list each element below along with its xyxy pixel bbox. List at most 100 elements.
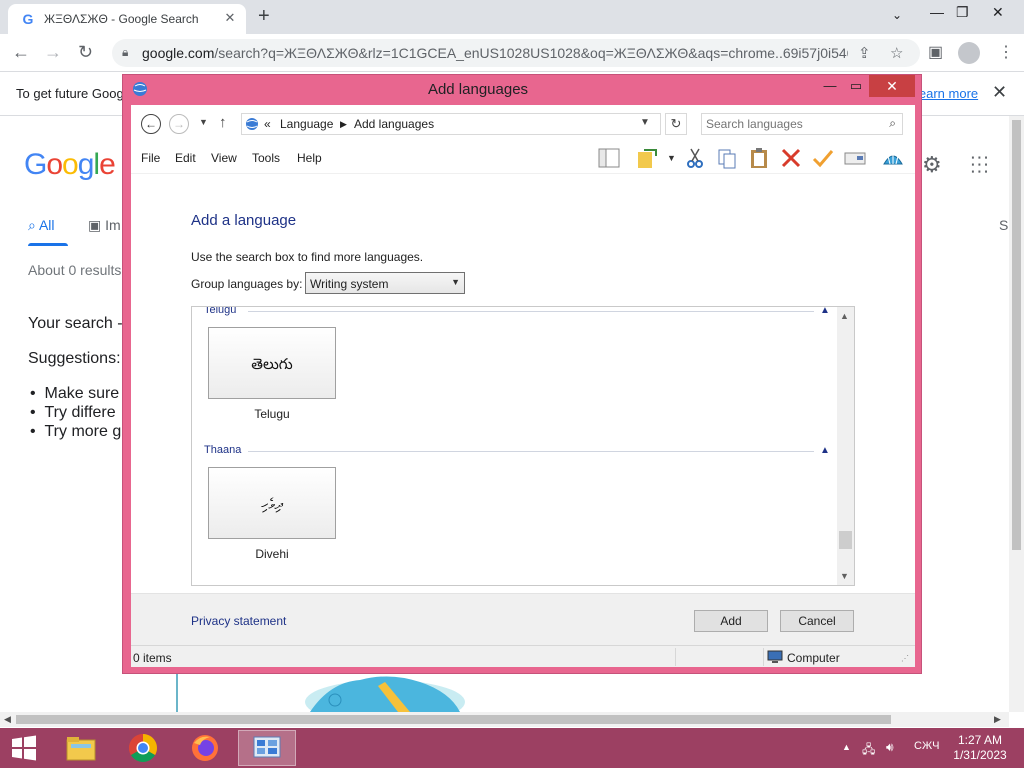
cancel-button[interactable]: Cancel bbox=[780, 610, 854, 632]
scroll-right-arrow-icon[interactable]: ▶ bbox=[994, 712, 1001, 727]
minimize-button[interactable]: — bbox=[930, 4, 944, 20]
shell-icon[interactable] bbox=[881, 146, 905, 170]
new-tab-button[interactable]: + bbox=[258, 6, 270, 26]
recent-locations-icon[interactable]: ▼ bbox=[199, 117, 208, 127]
dialog-close-button[interactable]: ✕ bbox=[869, 75, 915, 97]
google-favicon-icon: G bbox=[22, 11, 34, 27]
show-hidden-icons-icon[interactable]: ▲ bbox=[842, 742, 851, 752]
search-languages-input[interactable] bbox=[706, 117, 876, 131]
menu-file[interactable]: File bbox=[141, 151, 160, 165]
side-panel-icon[interactable]: ▣ bbox=[928, 42, 943, 62]
search-icon: ⌕ bbox=[28, 217, 36, 233]
dialog-maximize-button[interactable]: ▭ bbox=[839, 75, 873, 97]
back-button[interactable]: ← bbox=[12, 42, 30, 62]
suggestion-item: • Try more g bbox=[30, 423, 122, 440]
address-dropdown-icon[interactable]: ▼ bbox=[640, 117, 650, 128]
scroll-up-icon[interactable]: ▲ bbox=[840, 311, 849, 321]
reload-button[interactable]: ↻ bbox=[78, 42, 93, 62]
checkmark-icon[interactable] bbox=[811, 146, 835, 170]
page-vertical-scrollbar[interactable] bbox=[1009, 116, 1024, 712]
logo-letter: o bbox=[46, 148, 63, 181]
bookmark-star-icon[interactable]: ☆ bbox=[890, 44, 903, 62]
forward-button[interactable]: → bbox=[44, 42, 62, 62]
folder-options-icon[interactable] bbox=[635, 146, 659, 170]
paste-icon[interactable] bbox=[747, 146, 771, 170]
browser-tab[interactable]: G ЖΞΘΛΣЖΘ - Google Search ✕ bbox=[8, 4, 246, 34]
restore-button[interactable]: ❐ bbox=[956, 4, 969, 21]
properties-icon[interactable] bbox=[843, 146, 867, 170]
group-header-thaana[interactable]: Thaana bbox=[204, 444, 248, 456]
url-text[interactable]: google.com/search?q=ЖΞΘΛΣЖΘ&rlz=1C1GCEA_… bbox=[142, 45, 848, 61]
windows-start-icon[interactable] bbox=[6, 734, 42, 762]
page-scroll-thumb[interactable] bbox=[1012, 120, 1021, 550]
search-icon[interactable]: ⌕ bbox=[889, 116, 896, 131]
up-arrow-icon[interactable]: ↑ bbox=[219, 114, 227, 131]
language-list: Telugu ▲ తెలుగు Telugu Thaana ▲ ދިވެހި D… bbox=[191, 306, 855, 586]
info-bar-close-icon[interactable]: ✕ bbox=[992, 82, 1007, 103]
page-horizontal-scrollbar[interactable]: ◀ ▶ bbox=[0, 712, 1009, 727]
copy-icon[interactable] bbox=[715, 146, 739, 170]
doodle-illustration bbox=[305, 676, 465, 712]
search-languages-box[interactable]: ⌕ bbox=[701, 113, 903, 135]
menu-view[interactable]: View bbox=[211, 151, 237, 165]
add-button[interactable]: Add bbox=[694, 610, 768, 632]
group-header-telugu[interactable]: Telugu bbox=[204, 307, 243, 316]
menu-tools[interactable]: Tools bbox=[252, 151, 280, 165]
language-label-telugu[interactable]: Telugu bbox=[208, 407, 336, 421]
file-explorer-taskbar-button[interactable] bbox=[52, 730, 110, 766]
menu-edit[interactable]: Edit bbox=[175, 151, 196, 165]
preview-pane-icon[interactable] bbox=[597, 146, 621, 170]
firefox-taskbar-button[interactable] bbox=[176, 730, 234, 766]
collapse-group-icon[interactable]: ▲ bbox=[820, 445, 830, 456]
breadcrumb-language[interactable]: Language bbox=[280, 117, 333, 131]
chrome-taskbar-button[interactable] bbox=[114, 730, 172, 766]
address-bar[interactable]: 🔒︎ google.com/search?q=ЖΞΘΛΣЖΘ&rlz=1C1GC… bbox=[112, 39, 920, 67]
scroll-left-arrow-icon[interactable]: ◀ bbox=[4, 712, 11, 727]
group-by-select[interactable]: Writing system ▼ bbox=[305, 272, 465, 294]
back-arrow-icon[interactable]: ← bbox=[141, 114, 161, 134]
delete-icon[interactable] bbox=[779, 146, 803, 170]
breadcrumb-overflow[interactable]: « bbox=[264, 117, 271, 131]
breadcrumb-separator-icon[interactable]: ▶ bbox=[340, 119, 347, 130]
control-panel-taskbar-button[interactable] bbox=[238, 730, 296, 766]
tab-images[interactable]: ▣ Im bbox=[88, 217, 121, 234]
learn-more-link[interactable]: learn more bbox=[916, 86, 978, 101]
forward-arrow-icon[interactable]: → bbox=[169, 114, 189, 134]
chrome-menu-icon[interactable]: ⋮ bbox=[998, 42, 1014, 62]
list-scrollbar[interactable]: ▲ ▼ bbox=[837, 307, 854, 585]
network-icon[interactable]: 🖧︎ bbox=[862, 740, 875, 761]
tab-more[interactable]: S bbox=[999, 217, 1008, 233]
language-tile-divehi[interactable]: ދިވެހި bbox=[208, 467, 336, 539]
menu-help[interactable]: Help bbox=[297, 151, 322, 165]
input-language-indicator[interactable]: СЖЧ bbox=[914, 740, 939, 752]
lock-icon[interactable]: 🔒︎ bbox=[122, 45, 128, 60]
collapse-group-icon[interactable]: ▲ bbox=[820, 307, 830, 316]
scroll-down-icon[interactable]: ▼ bbox=[840, 571, 849, 581]
taskbar-clock[interactable]: 1:27 AM 1/31/2023 bbox=[948, 733, 1012, 763]
volume-icon[interactable]: 🔊︎ bbox=[886, 740, 894, 755]
suggestion-item: • Make sure bbox=[30, 385, 120, 402]
tab-search-icon[interactable]: ⌄ bbox=[892, 8, 902, 22]
tab-close-icon[interactable]: ✕ bbox=[222, 10, 238, 26]
refresh-button[interactable]: ↻ bbox=[665, 113, 687, 135]
breadcrumb[interactable]: « Language ▶ Add languages ▼ bbox=[241, 113, 661, 135]
add-language-heading: Add a language bbox=[191, 212, 297, 229]
suggestions-label: Suggestions: bbox=[28, 350, 121, 367]
page-hscroll-thumb[interactable] bbox=[16, 715, 891, 724]
close-window-button[interactable]: ✕ bbox=[992, 4, 1004, 21]
breadcrumb-add-languages[interactable]: Add languages bbox=[354, 117, 434, 131]
privacy-statement-link[interactable]: Privacy statement bbox=[191, 614, 286, 628]
share-icon[interactable]: ⇪ bbox=[858, 44, 871, 62]
profile-avatar[interactable] bbox=[958, 42, 980, 64]
google-logo[interactable]: Google bbox=[24, 148, 116, 182]
organize-dropdown-icon[interactable]: ▼ bbox=[667, 153, 676, 163]
cut-icon[interactable] bbox=[683, 146, 707, 170]
language-tile-telugu[interactable]: తెలుగు bbox=[208, 327, 336, 399]
tab-all[interactable]: ⌕ All bbox=[28, 217, 55, 234]
language-label-divehi[interactable]: Divehi bbox=[208, 547, 336, 561]
list-scroll-thumb[interactable] bbox=[839, 531, 852, 549]
status-location: Computer bbox=[787, 651, 840, 665]
google-apps-icon[interactable]: ∙∙∙ ∙∙∙ ∙∙∙ bbox=[970, 147, 990, 181]
settings-gear-icon[interactable]: ⚙ bbox=[922, 152, 942, 178]
resize-grip-icon[interactable]: ⋰ bbox=[901, 654, 909, 663]
